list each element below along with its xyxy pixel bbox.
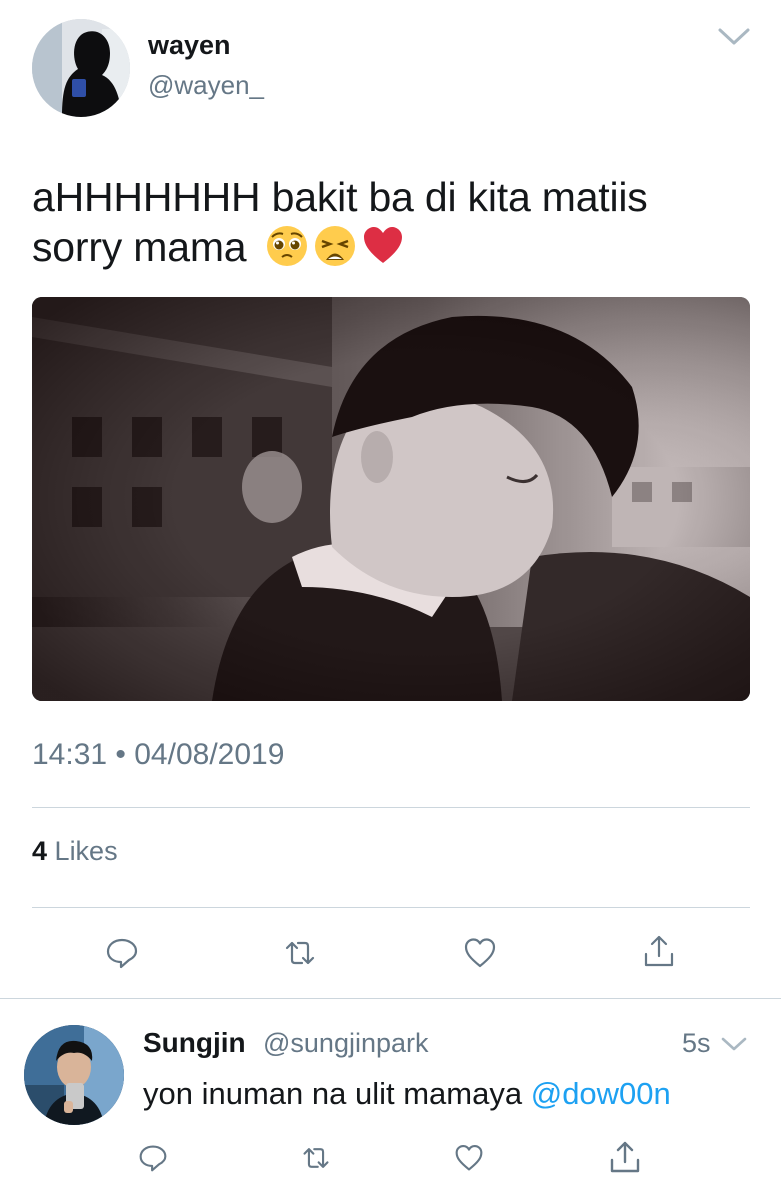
section-divider <box>0 998 781 999</box>
author-avatar-image <box>32 19 130 117</box>
tweet-timestamp: 14:31 • 04/08/2019 <box>32 738 285 771</box>
tweet-text-line-1: aHHHHHHH bakit ba di kita matiis <box>32 174 648 220</box>
tweet-photo[interactable] <box>32 297 750 701</box>
divider <box>32 807 750 808</box>
likes-count: 4 <box>32 836 48 866</box>
chevron-down-icon[interactable] <box>716 22 752 50</box>
tweet-text-line-2: sorry mama <box>32 224 247 270</box>
red-heart-icon <box>363 227 402 263</box>
author-avatar[interactable] <box>32 19 130 117</box>
retweet-icon[interactable] <box>301 1143 331 1173</box>
likes-label: Likes <box>54 836 118 866</box>
reply-author-avatar[interactable] <box>24 1025 124 1125</box>
retweet-icon[interactable] <box>283 936 317 970</box>
reply-icon[interactable] <box>105 936 139 970</box>
likes-stat[interactable]: 4 Likes <box>32 836 118 867</box>
reply-mention-link[interactable]: @dow00n <box>531 1076 671 1111</box>
share-icon[interactable] <box>642 934 676 968</box>
author-handle[interactable]: @wayen_ <box>148 70 264 101</box>
author-display-name[interactable]: wayen <box>148 30 231 61</box>
share-icon[interactable] <box>608 1140 642 1174</box>
reply-text-body: yon inuman na ulit mamaya <box>143 1076 523 1111</box>
reply-display-name[interactable]: Sungjin <box>143 1027 246 1059</box>
reply-handle[interactable]: @sungjinpark <box>263 1028 429 1059</box>
tweet-text: aHHHHHHH bakit ba di kita matiis sorry m… <box>32 172 752 272</box>
tweet-photo-image <box>32 297 750 701</box>
reply-icon[interactable] <box>138 1143 168 1173</box>
like-icon[interactable] <box>454 1143 484 1173</box>
like-icon[interactable] <box>463 936 497 970</box>
reply-avatar-image <box>24 1025 124 1125</box>
pleading-face-icon <box>266 226 307 266</box>
reply-text: yon inuman na ulit mamaya @dow00n <box>143 1076 671 1112</box>
reply-time: 5s <box>682 1028 711 1058</box>
weary-face-icon <box>314 226 355 266</box>
chevron-down-icon[interactable] <box>720 1033 748 1055</box>
divider <box>32 907 750 908</box>
